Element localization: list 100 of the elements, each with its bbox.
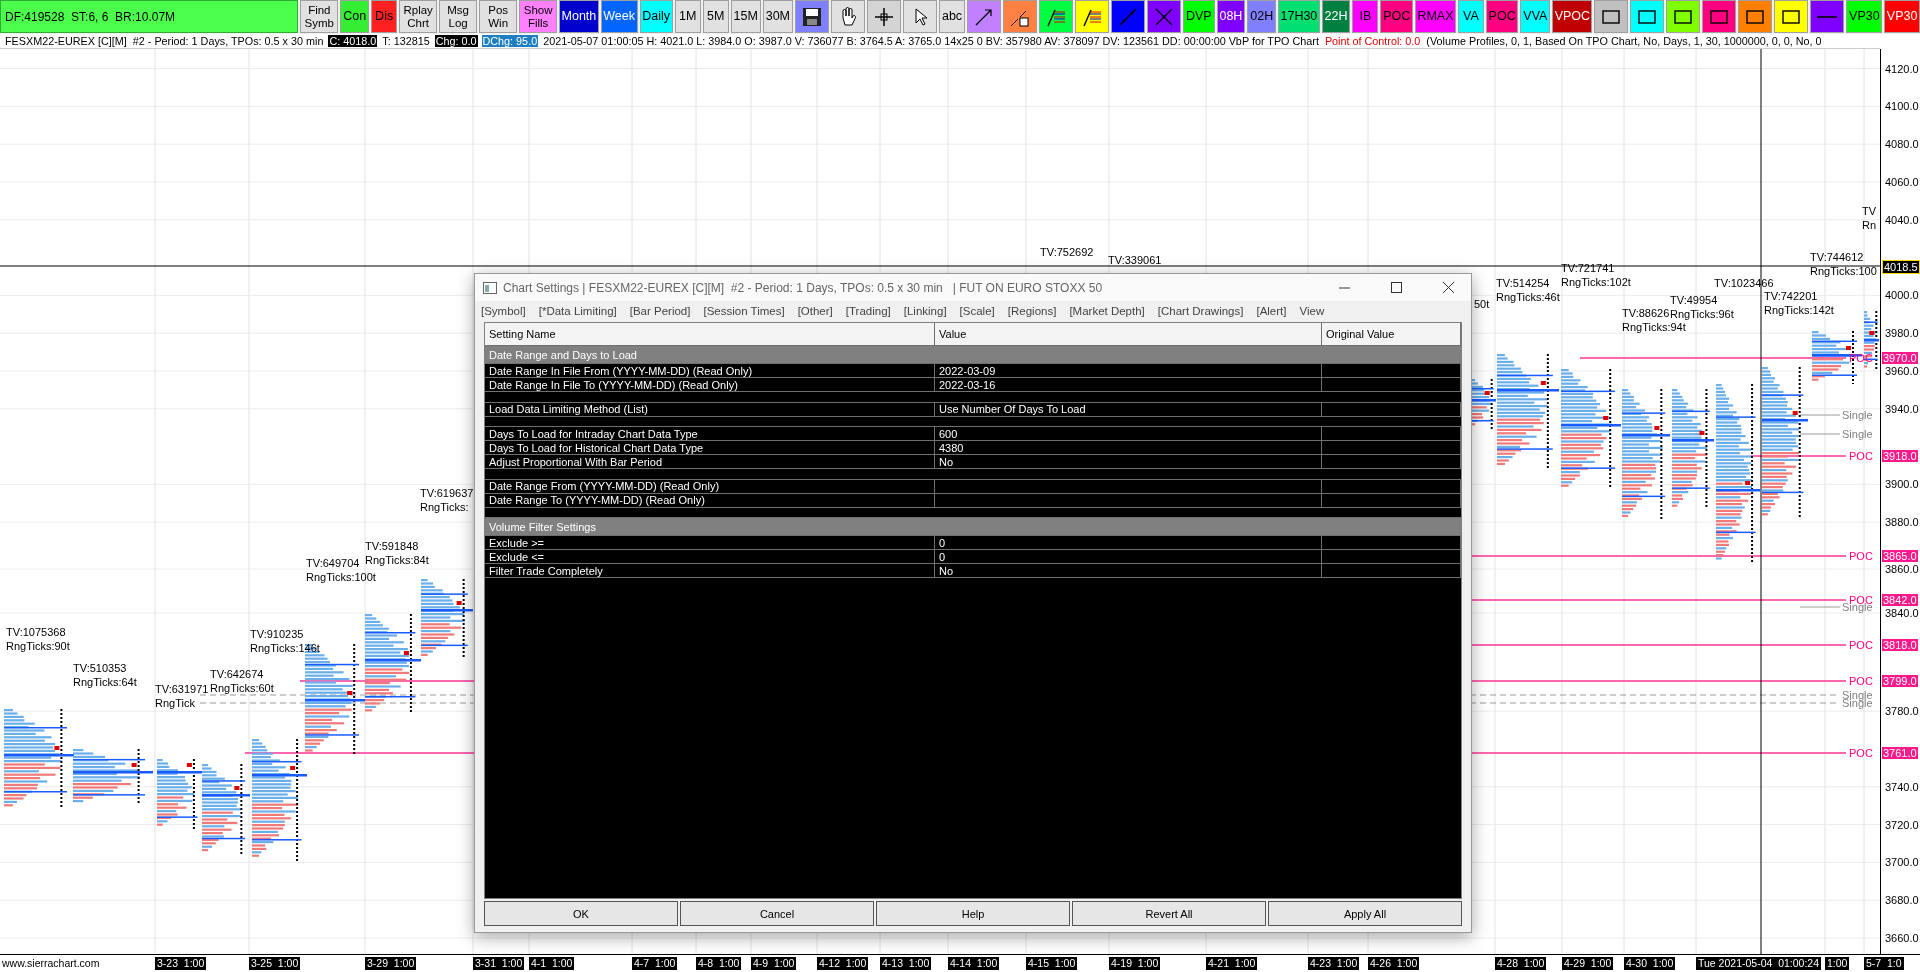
- chart-info-text: FESXM22-EUREX [C][M] #2 - Period: 1 Days, TPOs: 0.5 x 30 min: [4, 35, 325, 47]
- dialog-button[interactable]: Apply All: [1268, 901, 1462, 926]
- time-label: 3-29 1:00: [365, 957, 417, 970]
- chart-info-text: (Volume Profiles, 0, 1, Based On TPO Chart, No, Days, 1, 30, 1000000, 0, 0, No, 0: [1425, 35, 1823, 47]
- toolbar-button[interactable]: 30M: [762, 0, 793, 33]
- settings-tab[interactable]: View: [1299, 305, 1325, 317]
- setting-name[interactable]: Adjust Proportional With Bar Period: [485, 455, 935, 468]
- site-link[interactable]: www.sierrachart.com: [2, 957, 100, 969]
- dialog-button[interactable]: OK: [484, 901, 678, 926]
- tool-button[interactable]: [1702, 0, 1737, 33]
- setting-value[interactable]: Use Number Of Days To Load: [935, 402, 1322, 416]
- toolbar-button[interactable]: 17H30: [1278, 0, 1320, 33]
- tool-button[interactable]: [830, 0, 865, 33]
- setting-name[interactable]: Days To Load for Intraday Chart Data Type: [485, 427, 935, 440]
- price-tick: 3700.0: [1885, 856, 1919, 869]
- tool-button[interactable]: [1003, 0, 1038, 33]
- setting-value[interactable]: No: [935, 564, 1322, 577]
- tool-button[interactable]: [902, 0, 937, 33]
- toolbar-button[interactable]: Pos Win: [479, 0, 518, 33]
- settings-tab[interactable]: [Trading]: [845, 305, 891, 317]
- toolbar-button[interactable]: DVP: [1183, 0, 1215, 33]
- toolbar-button[interactable]: 15M: [730, 0, 761, 33]
- setting-name[interactable]: Date Range From (YYYY-MM-DD) (Read Only): [485, 479, 935, 493]
- tool-button[interactable]: [1774, 0, 1809, 33]
- setting-name[interactable]: Exclude <=: [485, 550, 935, 563]
- setting-value[interactable]: 4380: [935, 441, 1322, 454]
- dialog-button[interactable]: Help: [876, 901, 1070, 926]
- toolbar-button[interactable]: VPOC: [1552, 0, 1593, 33]
- settings-tab[interactable]: [Chart Drawings]: [1157, 305, 1244, 317]
- profile-label: RngTicks:142t: [1764, 304, 1834, 317]
- tool-button[interactable]: [1738, 0, 1773, 33]
- setting-value[interactable]: 2022-03-16: [935, 378, 1322, 391]
- profile-label: TV:752692: [1040, 246, 1094, 259]
- toolbar-button[interactable]: 1M: [674, 0, 701, 33]
- toolbar-button[interactable]: Con: [340, 0, 370, 33]
- toolbar-button[interactable]: VP30: [1884, 0, 1920, 33]
- setting-name[interactable]: Date Range In File From (YYYY-MM-DD) (Read Only): [485, 364, 935, 377]
- settings-tab[interactable]: [Regions]: [1007, 305, 1057, 317]
- toolbar-button[interactable]: VP30: [1846, 0, 1883, 33]
- toolbar-button[interactable]: 08H: [1216, 0, 1246, 33]
- settings-tab[interactable]: [Scale]: [959, 305, 995, 317]
- setting-name[interactable]: Exclude >=: [485, 536, 935, 549]
- tool-button[interactable]: [1666, 0, 1701, 33]
- toolbar-button[interactable]: IB: [1352, 0, 1379, 33]
- price-tick: 3960.0: [1885, 365, 1919, 377]
- setting-value[interactable]: 0: [935, 550, 1322, 563]
- toolbar-button[interactable]: Month: [559, 0, 599, 33]
- setting-value[interactable]: 2022-03-09: [935, 364, 1322, 377]
- dialog-button[interactable]: Cancel: [680, 901, 874, 926]
- setting-name[interactable]: Date Range To (YYYY-MM-DD) (Read Only): [485, 493, 935, 507]
- tool-button[interactable]: [1630, 0, 1665, 33]
- setting-name[interactable]: Date Range In File To (YYYY-MM-DD) (Read Only): [485, 378, 935, 391]
- tool-button[interactable]: [1147, 0, 1182, 33]
- tool-button[interactable]: [866, 0, 901, 33]
- tool-button[interactable]: [1594, 0, 1629, 33]
- toolbar-button[interactable]: POC: [1380, 0, 1414, 33]
- toolbar-button[interactable]: Daily: [639, 0, 673, 33]
- toolbar-button[interactable]: 22H: [1321, 0, 1351, 33]
- setting-name[interactable]: Load Data Limiting Method (List): [485, 402, 935, 416]
- toolbar-button[interactable]: Msg Log: [439, 0, 478, 33]
- toolbar-button[interactable]: VVA: [1520, 0, 1551, 33]
- profile-label: RngTicks:102t: [1561, 276, 1631, 289]
- tool-button[interactable]: [794, 0, 829, 33]
- tool-button[interactable]: [1810, 0, 1845, 33]
- setting-name[interactable]: Filter Trade Completely: [485, 564, 935, 577]
- settings-tab[interactable]: [Symbol]: [481, 305, 526, 317]
- horizontal-line-icon: [1817, 15, 1838, 18]
- settings-tab[interactable]: [*Data Limiting]: [538, 305, 617, 317]
- settings-tab[interactable]: [Session Times]: [703, 305, 785, 317]
- settings-tab[interactable]: [Other]: [797, 305, 833, 317]
- toolbar-button[interactable]: Rplay Chrt: [399, 0, 438, 33]
- tool-button[interactable]: [967, 0, 1002, 33]
- setting-value[interactable]: No: [935, 455, 1322, 468]
- toolbar-button[interactable]: 02H: [1247, 0, 1277, 33]
- toolbar-button[interactable]: 5M: [702, 0, 729, 33]
- settings-tab[interactable]: [Market Depth]: [1069, 305, 1145, 317]
- toolbar-button[interactable]: Show Fills: [519, 0, 558, 33]
- toolbar-button[interactable]: RMAX: [1415, 0, 1456, 33]
- settings-tab[interactable]: [Bar Period]: [629, 305, 691, 317]
- save-icon: [800, 5, 823, 28]
- poc-label: POC: [1849, 639, 1873, 651]
- settings-tab[interactable]: [Alert]: [1256, 305, 1287, 317]
- setting-value[interactable]: 0: [935, 536, 1322, 549]
- toolbar-button[interactable]: Dis: [371, 0, 398, 33]
- volume-profile-drawing: [157, 758, 202, 830]
- toolbar-button[interactable]: Find Symb: [300, 0, 339, 33]
- toolbar-button[interactable]: abc: [938, 0, 966, 33]
- single-print-line: [1799, 433, 1841, 435]
- toolbar-button[interactable]: Week: [600, 0, 638, 33]
- profile-label: TV:631971: [155, 683, 209, 696]
- settings-tab[interactable]: [Linking]: [903, 305, 947, 317]
- toolbar-button[interactable]: VA: [1457, 0, 1484, 33]
- setting-name[interactable]: Days To Load for Historical Chart Data Type: [485, 441, 935, 454]
- profile-label: 50t: [1474, 298, 1490, 311]
- dialog-button[interactable]: Revert All: [1072, 901, 1266, 926]
- tool-button[interactable]: [1111, 0, 1146, 33]
- setting-value[interactable]: 600: [935, 427, 1322, 440]
- toolbar-button[interactable]: POC: [1485, 0, 1519, 33]
- close-icon: [1442, 282, 1454, 293]
- poc-label: POC: [1849, 675, 1873, 687]
